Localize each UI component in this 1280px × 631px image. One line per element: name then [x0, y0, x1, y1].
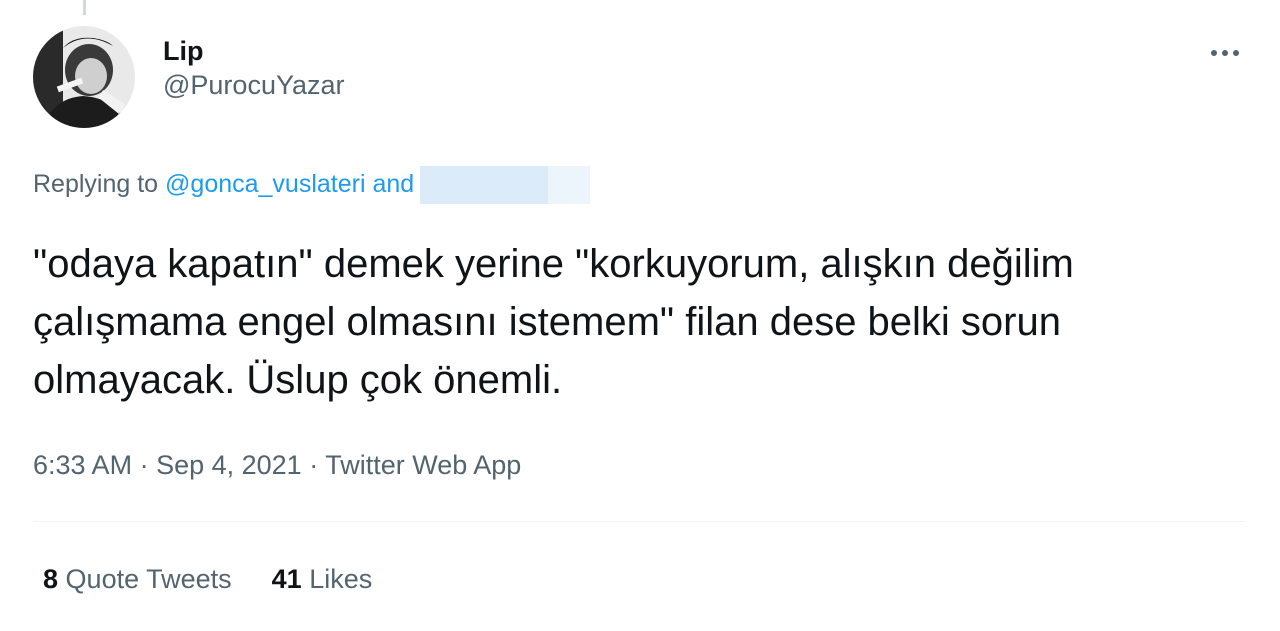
reply-mentions-link[interactable]: @gonca_vuslateri and	[165, 170, 414, 198]
likes-stat[interactable]: 41 Likes	[272, 564, 373, 594]
likes-label: Likes	[309, 564, 373, 594]
quote-tweets-stat[interactable]: 8 Quote Tweets	[43, 564, 232, 594]
avatar[interactable]	[33, 26, 135, 128]
divider	[33, 521, 1245, 522]
more-horizontal-icon	[1211, 50, 1239, 56]
replying-to: Replying to @gonca_vuslateri and	[33, 166, 591, 205]
tweet-stats: 8 Quote Tweets 41 Likes	[43, 561, 412, 597]
tweet-detail: Lip @PurocuYazar Replying to @gonca_vusl…	[0, 0, 1280, 631]
tweet-source[interactable]: Twitter Web App	[325, 450, 521, 480]
replying-to-label: Replying to	[33, 170, 166, 198]
meta-separator: ·	[132, 450, 157, 480]
avatar-image	[33, 26, 135, 128]
quote-tweets-count: 8	[43, 564, 59, 594]
display-name[interactable]: Lip	[163, 34, 345, 68]
redacted-mention	[420, 166, 591, 205]
meta-separator: ·	[301, 450, 326, 480]
tweet-time[interactable]: 6:33 AM	[33, 450, 132, 480]
tweet-date[interactable]: Sep 4, 2021	[156, 450, 302, 480]
more-options-button[interactable]	[1200, 28, 1250, 78]
thread-connector-line	[83, 0, 86, 15]
quote-tweets-label: Quote Tweets	[65, 564, 232, 594]
tweet-text: "odaya kapatın" demek yerine "korkuyorum…	[33, 242, 1074, 402]
likes-count: 41	[271, 564, 302, 594]
user-info: Lip @PurocuYazar	[163, 34, 345, 102]
user-handle[interactable]: @PurocuYazar	[163, 68, 345, 102]
tweet-metadata: 6:33 AM · Sep 4, 2021 · Twitter Web App	[33, 447, 521, 483]
